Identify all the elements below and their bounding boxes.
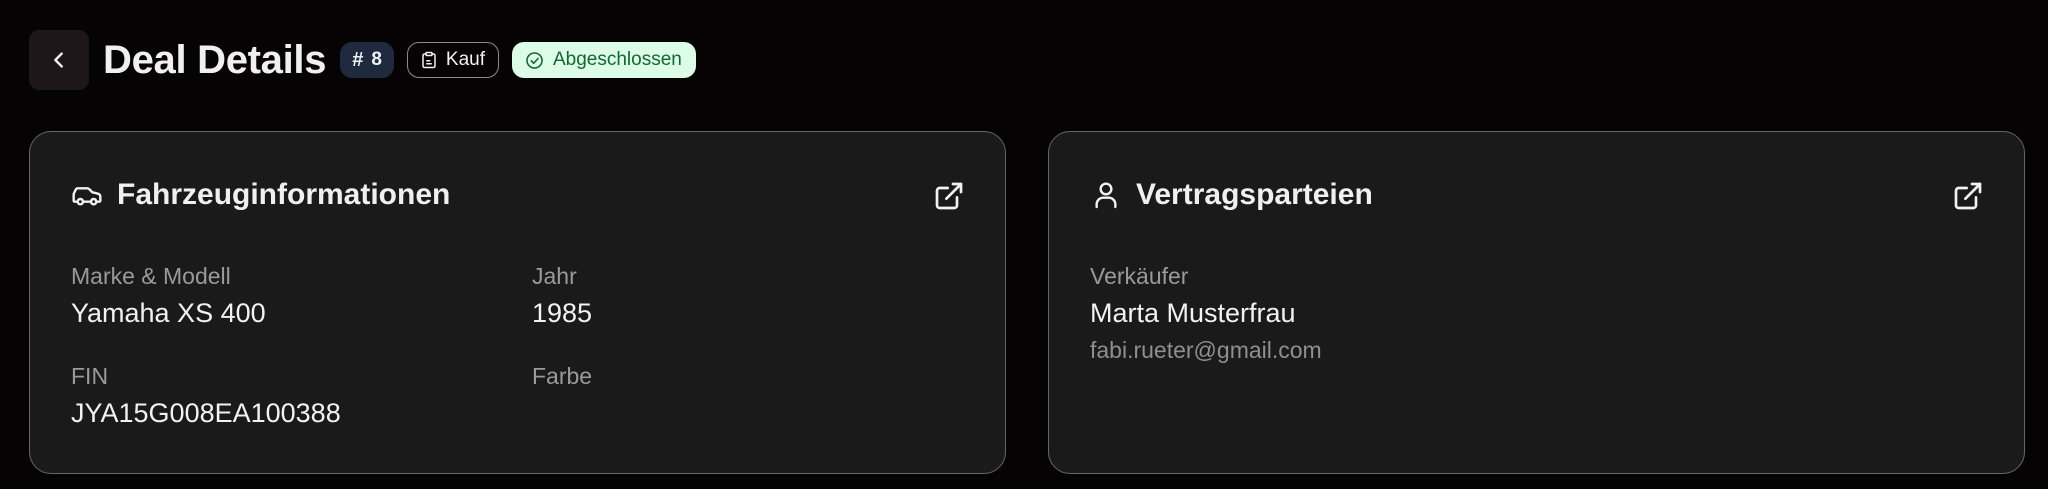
- user-icon: [1095, 182, 1117, 209]
- make-model-label: Marke & Modell: [71, 263, 231, 289]
- check-circle-icon: [526, 51, 543, 69]
- external-link-icon[interactable]: [1952, 180, 1984, 212]
- seller-label: Verkäufer: [1090, 263, 1189, 289]
- deal-number-badge: # 8: [340, 42, 394, 78]
- status-label: Abgeschlossen: [552, 49, 682, 70]
- year-label: Jahr: [532, 263, 577, 289]
- deal-type-badge: Kauf: [406, 42, 499, 78]
- color-label: Farbe: [532, 363, 593, 389]
- seller-email: fabi.rueter@gmail.com: [1090, 337, 1322, 363]
- make-model-value: Yamaha XS 400: [71, 298, 266, 328]
- back-button[interactable]: [29, 30, 89, 90]
- vehicle-card-title: Fahrzeuginformationen: [117, 178, 451, 211]
- status-badge: Abgeschlossen: [511, 42, 696, 78]
- clipboard-icon: [422, 51, 436, 69]
- vehicle-card-header: Fahrzeuginformationen: [71, 178, 450, 212]
- parties-card: Vertragsparteien Verkäufer Marta Musterf…: [1048, 131, 2025, 474]
- seller-name: Marta Musterfrau: [1090, 298, 1296, 328]
- vin-label: FIN: [71, 363, 109, 389]
- vehicle-info-card: Fahrzeuginformationen Marke & Modell Yam…: [29, 131, 1006, 474]
- parties-card-header: Vertragsparteien: [1090, 178, 1373, 212]
- page-header: Deal Details # 8 Kauf Abgeschlossen: [29, 30, 696, 90]
- year-value: 1985: [532, 298, 593, 328]
- parties-card-title: Vertragsparteien: [1136, 178, 1373, 211]
- chevron-left-icon: [54, 52, 63, 68]
- page-title: Deal Details: [103, 37, 327, 82]
- external-link-icon[interactable]: [933, 180, 965, 212]
- vin-value: JYA15G008EA100388: [71, 398, 341, 428]
- deal-type-label: Kauf: [445, 49, 485, 70]
- deal-number: 8: [371, 49, 382, 70]
- hash-icon: #: [352, 48, 364, 71]
- car-icon: [72, 187, 102, 206]
